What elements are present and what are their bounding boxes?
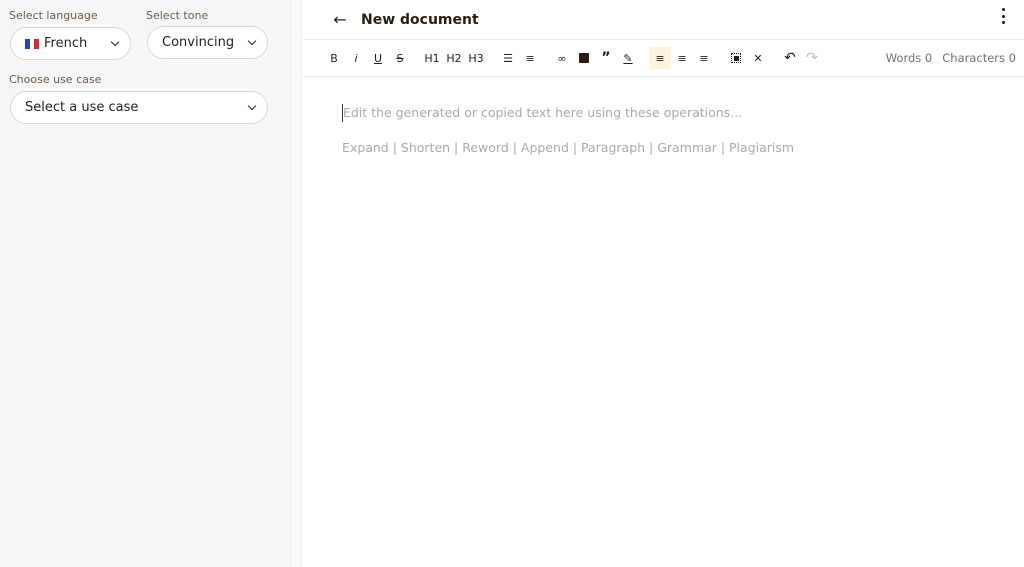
french-flag-icon: [25, 38, 40, 49]
bold-button[interactable]: B: [323, 47, 345, 69]
strikethrough-button[interactable]: S: [389, 47, 411, 69]
chevron-down-icon: [247, 36, 257, 46]
usecase-value: Select a use case: [25, 100, 139, 115]
undo-icon[interactable]: ↶: [779, 47, 801, 69]
chevron-down-icon: [247, 101, 257, 111]
editor-content[interactable]: Edit the generated or copied text here u…: [303, 77, 1024, 182]
word-count: Words 0: [885, 51, 933, 65]
sidebar: Select language French Select tone Convi…: [0, 0, 290, 567]
toolbar: B i U S H1 H2 H3 ☰ ≡ ∞ ” ✎ ≡ ≡ ≡ ✕ ↶ ↷ W…: [303, 40, 1024, 77]
language-value: French: [44, 36, 88, 51]
editor: ← New document B i U S H1 H2 H3 ☰ ≡ ∞ ” …: [303, 0, 1024, 567]
align-right-icon[interactable]: ≡: [693, 47, 715, 69]
chevron-down-icon: [110, 37, 120, 47]
editor-placeholder: Edit the generated or copied text here u…: [342, 104, 985, 122]
language-label: Select language: [9, 9, 98, 22]
numbered-list-icon[interactable]: ≡: [519, 47, 541, 69]
align-left-icon[interactable]: ≡: [649, 47, 671, 69]
clear-format-icon[interactable]: ✕: [747, 47, 769, 69]
h1-button[interactable]: H1: [421, 47, 443, 69]
editor-header: ← New document: [303, 0, 1024, 40]
more-options-icon[interactable]: [998, 8, 1008, 24]
character-count: Characters 0: [942, 51, 1016, 65]
quote-icon[interactable]: ”: [595, 47, 617, 69]
underline-button[interactable]: U: [367, 47, 389, 69]
back-arrow-icon[interactable]: ←: [329, 9, 351, 31]
align-center-icon[interactable]: ≡: [671, 47, 693, 69]
bullet-list-icon[interactable]: ☰: [497, 47, 519, 69]
usecase-label: Choose use case: [9, 73, 102, 86]
link-icon[interactable]: ∞: [551, 47, 573, 69]
italic-button[interactable]: i: [345, 47, 367, 69]
h2-button[interactable]: H2: [443, 47, 465, 69]
select-all-icon[interactable]: [725, 47, 747, 69]
operations-hint: Expand | Shorten | Reword | Append | Par…: [342, 140, 795, 155]
highlight-pen-icon[interactable]: ✎: [617, 47, 639, 69]
tone-value: Convincing: [162, 35, 235, 50]
usecase-select[interactable]: Select a use case: [10, 91, 268, 124]
tone-select[interactable]: Convincing: [147, 26, 268, 59]
divider: [290, 0, 302, 567]
language-select[interactable]: French: [10, 27, 131, 60]
h3-button[interactable]: H3: [465, 47, 487, 69]
redo-icon[interactable]: ↷: [801, 47, 823, 69]
image-icon[interactable]: [573, 47, 595, 69]
tone-label: Select tone: [146, 9, 209, 22]
document-title: New document: [361, 11, 479, 28]
